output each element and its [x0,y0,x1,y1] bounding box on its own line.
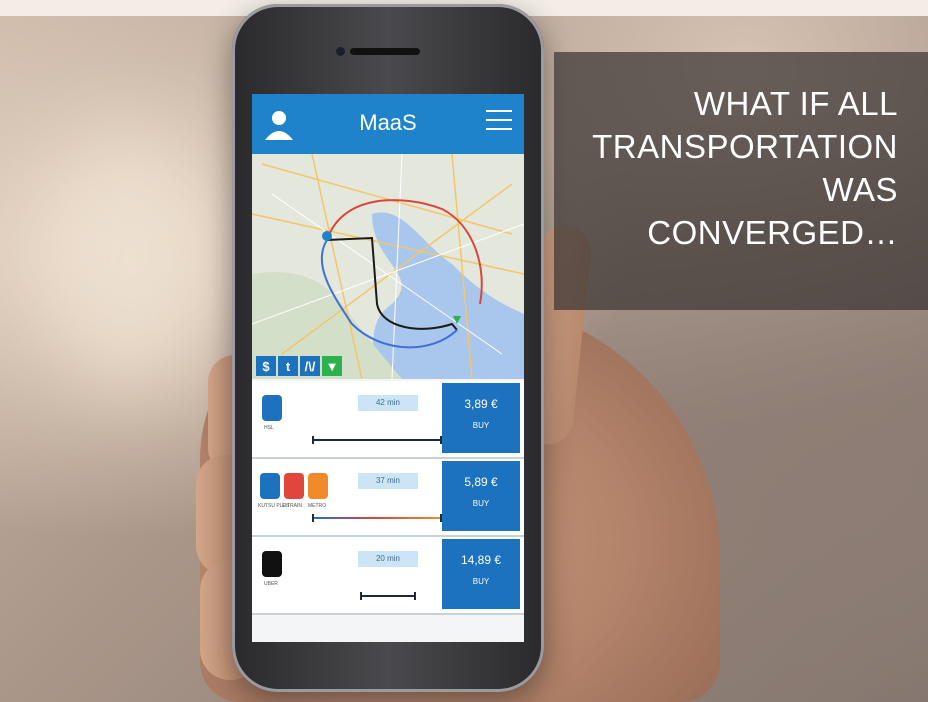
background-scene: MaaS $ t /\/ ▼ HSL 42 min 3,89 € BUY KUT… [0,0,928,702]
trip-option[interactable]: HSL 42 min 3,89 € BUY [252,381,524,459]
cost-filter-button[interactable]: $ [256,356,276,376]
location-filter-button[interactable]: ▼ [322,356,342,376]
trip-option[interactable]: UBER 20 min 14,89 € BUY [252,537,524,615]
buy-label: BUY [472,499,490,508]
smartphone: MaaS $ t /\/ ▼ HSL 42 min 3,89 € BUY KUT… [232,4,544,692]
background-light [40,130,220,390]
hamburger-menu-icon[interactable] [486,110,512,134]
caption-line: TRANSPORTATION [592,128,898,165]
mode-label: HSL [264,425,274,431]
mode-label: METRO [308,503,327,509]
caption-text: WHAT IF ALL TRANSPORTATION WAS CONVERGED… [592,82,898,254]
duration-badge: 37 min [358,473,418,489]
caption-panel: WHAT IF ALL TRANSPORTATION WAS CONVERGED… [554,52,928,310]
buy-button[interactable]: 5,89 € BUY [442,461,520,531]
mode-label: E-TRAIN [282,503,302,509]
price: 5,89 € [464,475,498,489]
mode-label: UBER [264,581,278,587]
price: 3,89 € [464,397,498,411]
buy-label: BUY [472,421,490,430]
route-map[interactable] [252,154,524,379]
trip-option[interactable]: KUTSU PLUS E-TRAIN METRO 37 min 5,89 € B… [252,459,524,537]
buy-button[interactable]: 14,89 € BUY [442,539,520,609]
car-icon [262,551,282,577]
app-title: MaaS [359,110,417,135]
time-filter-button[interactable]: t [278,356,298,376]
duration-badge: 20 min [358,551,418,567]
duration-badge: 42 min [358,395,418,411]
trip-timeline [312,514,442,522]
buy-label: BUY [472,577,490,586]
caption-line: CONVERGED… [647,214,898,251]
trip-timeline [312,436,442,444]
buy-button[interactable]: 3,89 € BUY [442,383,520,453]
trip-timeline [360,592,416,600]
caption-line: WAS [822,171,898,208]
bus-icon [260,473,280,499]
earpiece-speaker [350,48,420,55]
app-header: MaaS [252,94,524,154]
map-tool-bar: $ t /\/ ▼ [256,356,342,376]
trip-options-list: HSL 42 min 3,89 € BUY KUTSU PLUS E-TRAIN… [252,381,524,615]
emissions-filter-button[interactable]: /\/ [300,356,320,376]
metro-icon [308,473,328,499]
phone-screen: MaaS $ t /\/ ▼ HSL 42 min 3,89 € BUY KUT… [252,94,524,642]
front-camera [336,47,345,56]
bus-icon [262,395,282,421]
caption-line: WHAT IF ALL [693,85,898,122]
price: 14,89 € [460,553,502,567]
train-icon [284,473,304,499]
